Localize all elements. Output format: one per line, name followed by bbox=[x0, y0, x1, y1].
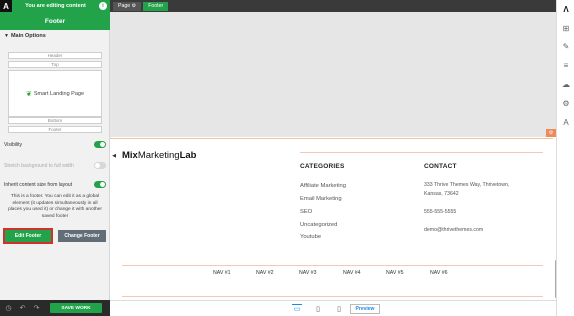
breadcrumb: Page ⚙ Footer bbox=[110, 0, 556, 12]
info-icon[interactable]: i bbox=[99, 2, 107, 10]
brand-part-mix: Mix bbox=[122, 150, 138, 161]
stretch-background-label: Stretch background to full width bbox=[4, 162, 74, 169]
leaf-icon: ❦ bbox=[25, 90, 32, 98]
contact-phone: 555-555-5555 bbox=[424, 209, 457, 215]
panel-title: Footer bbox=[0, 12, 110, 30]
editing-bar: A You are editing content i bbox=[0, 0, 110, 12]
footer-nav-item[interactable]: NAV #5 bbox=[386, 270, 404, 276]
category-link[interactable]: Email Marketing bbox=[300, 196, 342, 202]
brand-part-lab: Lab bbox=[179, 150, 197, 161]
mobile-view-icon[interactable]: ▯ bbox=[334, 304, 344, 313]
selection-handle-icon[interactable]: ⚙ bbox=[546, 129, 556, 137]
breadcrumb-page-label: Page bbox=[118, 3, 131, 9]
editing-status-text: You are editing content bbox=[25, 3, 86, 9]
gear-icon: ⚙ bbox=[131, 3, 137, 9]
breadcrumb-footer[interactable]: Footer bbox=[143, 1, 169, 11]
brush-icon[interactable]: ✎ bbox=[560, 40, 572, 52]
inherit-size-option: Inherit content size from layout bbox=[4, 181, 106, 188]
category-link[interactable]: Uncategorized bbox=[300, 222, 337, 228]
tablet-view-icon[interactable]: ▯ bbox=[313, 304, 323, 313]
add-element-icon[interactable]: ⊞ bbox=[560, 22, 572, 34]
header-bar[interactable]: Header bbox=[8, 52, 102, 59]
layout-preview: ❦ Smart Landing Page bbox=[8, 70, 102, 117]
bottom-divider bbox=[122, 296, 543, 297]
thrive-logo-icon[interactable]: Λ bbox=[560, 3, 572, 15]
editor-canvas[interactable]: ⚙ ◀ MixMarketingLab CATEGORIES Affiliate… bbox=[110, 12, 558, 300]
align-icon[interactable]: ≡ bbox=[560, 59, 572, 71]
visibility-label: Visibility bbox=[4, 141, 22, 148]
category-link[interactable]: Affiliate Marketing bbox=[300, 183, 346, 189]
footer-nav-item[interactable]: NAV #1 bbox=[213, 270, 231, 276]
category-link[interactable]: Youtube bbox=[300, 234, 321, 240]
categories-heading: CATEGORIES bbox=[300, 163, 345, 170]
visibility-option: Visibility bbox=[4, 141, 106, 148]
main-options-label: Main Options bbox=[10, 33, 46, 39]
brand-part-marketing: Marketing bbox=[137, 150, 180, 161]
category-link[interactable]: SEO bbox=[300, 209, 312, 215]
stretch-background-option: Stretch background to full width bbox=[4, 162, 106, 169]
preview-button[interactable]: Preview bbox=[350, 304, 380, 314]
top-bar[interactable]: Top bbox=[8, 61, 102, 68]
collapse-arrow-icon[interactable]: ◀ bbox=[110, 152, 118, 160]
undo-icon[interactable]: ↶ bbox=[18, 304, 27, 313]
cloud-icon[interactable]: ☁ bbox=[560, 78, 572, 90]
main-options-toggle[interactable]: ▼ Main Options bbox=[4, 33, 46, 39]
contact-address-line: 333 Thrive Themes Way, Thrivetown, bbox=[424, 182, 510, 188]
desktop-view-icon[interactable]: ▭ bbox=[292, 304, 302, 313]
history-icon[interactable]: ◷ bbox=[4, 304, 13, 313]
left-panel: A You are editing content i Footer ▼ Main… bbox=[0, 0, 110, 316]
right-sidebar: Λ ⊞ ✎ ≡ ☁ ⚙ A bbox=[556, 0, 574, 316]
visibility-toggle[interactable] bbox=[94, 141, 106, 148]
footer-nav-item[interactable]: NAV #2 bbox=[256, 270, 274, 276]
footer-divider bbox=[300, 152, 543, 153]
contact-address-line: Kansas, 73642 bbox=[424, 191, 459, 197]
footer-nav-item[interactable]: NAV #3 bbox=[299, 270, 317, 276]
inherit-size-label: Inherit content size from layout bbox=[4, 181, 73, 188]
layout-preview-label: Smart Landing Page bbox=[33, 90, 85, 97]
footer-bar[interactable]: Footer bbox=[8, 126, 102, 133]
contact-heading: CONTACT bbox=[424, 163, 457, 170]
device-toolbar: ▭ ▯ ▯ Preview bbox=[110, 300, 556, 316]
edit-footer-button[interactable]: Edit Footer bbox=[3, 228, 53, 244]
nav-divider bbox=[122, 265, 543, 266]
typography-icon[interactable]: A bbox=[560, 116, 572, 128]
footer-brand-logo[interactable]: MixMarketingLab bbox=[122, 150, 196, 161]
breadcrumb-page[interactable]: Page ⚙ bbox=[113, 1, 142, 11]
footer-selection-outline bbox=[110, 138, 553, 298]
settings-icon[interactable]: ⚙ bbox=[560, 97, 572, 109]
change-footer-button[interactable]: Change Footer bbox=[58, 230, 106, 242]
caret-down-icon: ▼ bbox=[4, 33, 9, 39]
inherit-size-toggle[interactable] bbox=[94, 181, 106, 188]
redo-icon[interactable]: ↷ bbox=[32, 304, 41, 313]
footer-nav-item[interactable]: NAV #6 bbox=[430, 270, 448, 276]
stretch-background-toggle[interactable] bbox=[94, 162, 106, 169]
bottom-bar[interactable]: Bottom bbox=[8, 117, 102, 124]
footer-nav-item[interactable]: NAV #4 bbox=[343, 270, 361, 276]
save-work-button[interactable]: SAVE WORK bbox=[50, 303, 102, 313]
contact-email[interactable]: demo@thrivethemes.com bbox=[424, 227, 483, 233]
panel-bottom-bar: ◷ ↶ ↷ SAVE WORK bbox=[0, 300, 110, 316]
global-footer-note: This is a footer. You can edit it as a g… bbox=[8, 194, 102, 219]
thrive-logo-icon[interactable]: A bbox=[0, 0, 12, 12]
